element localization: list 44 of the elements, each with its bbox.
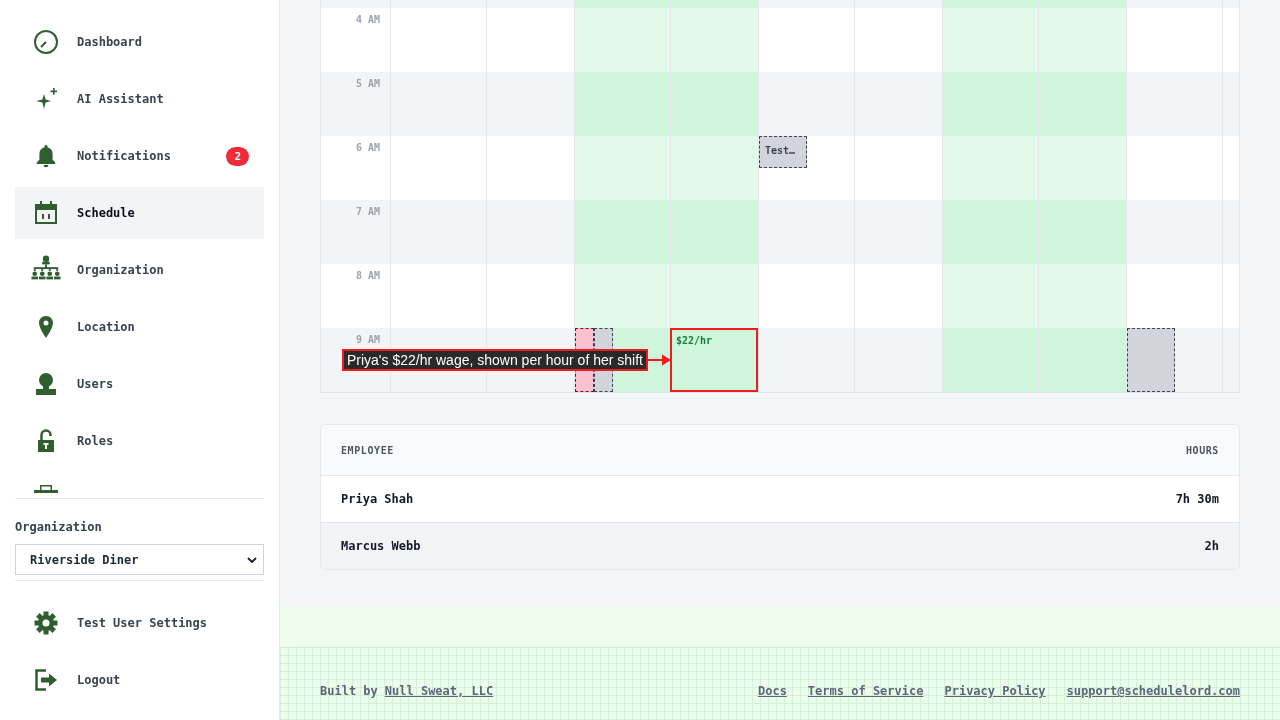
table-cell: 2h <box>1204 539 1219 553</box>
credit-link[interactable]: Null Sweat, LLC <box>384 684 494 698</box>
person-icon <box>34 372 58 396</box>
time-label: 6 AM <box>355 142 380 154</box>
table-cell: 7h 30m <box>1175 492 1219 506</box>
table-cell: Marcus Webb <box>341 539 421 553</box>
nav-item[interactable]: Organization <box>15 244 264 296</box>
callout-arrow <box>648 354 671 366</box>
shift-block[interactable]: Test… <box>759 136 807 168</box>
calendar-icon <box>34 201 58 225</box>
footer-link[interactable]: Privacy Policy <box>944 684 1046 698</box>
column-header: HOURS <box>1185 444 1219 456</box>
nav-item[interactable]: Test User Settings <box>15 597 264 649</box>
logout-icon <box>34 668 58 692</box>
nav-item[interactable]: Schedule <box>15 187 264 239</box>
nav-item[interactable]: Location <box>15 301 264 353</box>
nav-item[interactable]: Notifications 2 <box>15 130 264 182</box>
nav-item[interactable]: Logout <box>15 654 264 706</box>
gear-icon <box>34 611 58 635</box>
nav-item[interactable]: Dashboard <box>15 16 264 68</box>
footer-link[interactable]: Terms of Service <box>807 684 924 698</box>
shift-block[interactable] <box>1127 328 1175 392</box>
nav-item[interactable]: Users <box>15 358 264 410</box>
bell-icon <box>34 144 58 168</box>
organization-select[interactable]: Riverside Diner <box>15 544 264 575</box>
time-label: 5 AM <box>355 78 380 90</box>
time-label: 9 AM <box>355 334 380 346</box>
credit-text: Built by <box>320 684 378 698</box>
chevron-down-icon <box>247 556 257 563</box>
organization-label: Organization <box>15 520 102 534</box>
time-label: 8 AM <box>355 270 380 282</box>
nav-item[interactable]: Roles <box>15 415 264 467</box>
count-badge: 2 <box>226 146 249 166</box>
nav-item[interactable]: AI Assistant <box>15 73 264 125</box>
table-cell: Priya Shah <box>341 492 414 506</box>
wage-label: $22/hr <box>676 335 713 347</box>
footer-link[interactable]: Docs <box>757 684 787 698</box>
footer-link[interactable]: support@schedulelord.com <box>1066 684 1240 698</box>
annotation-label: Priya's $22/hr wage, shown per hour of her shift <box>341 349 648 371</box>
gauge-icon <box>34 30 58 54</box>
column-header: EMPLOYEE <box>341 444 394 456</box>
time-label: 7 AM <box>355 206 380 218</box>
time-label: 4 AM <box>355 14 380 26</box>
cut-off-icon <box>34 485 58 493</box>
